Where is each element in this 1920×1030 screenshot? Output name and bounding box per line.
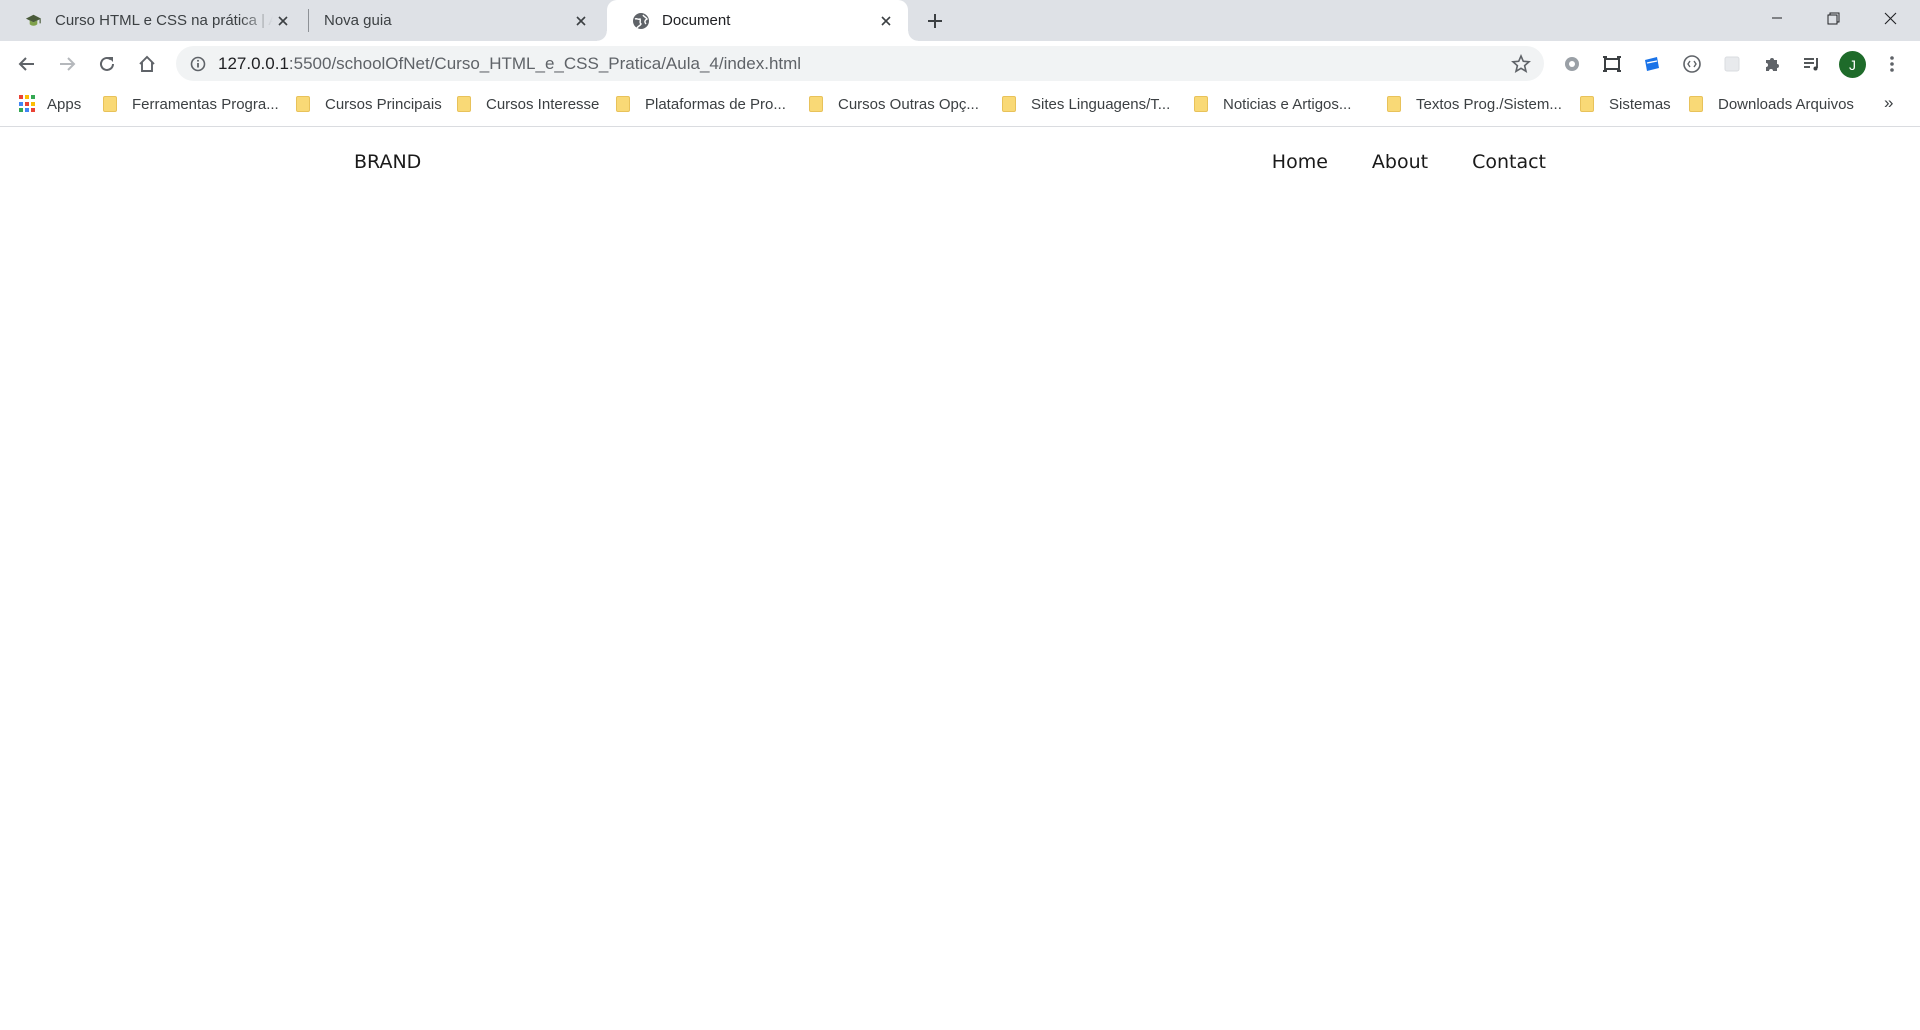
bookmark-folder[interactable]: Noticias e Artigos... — [1194, 87, 1351, 121]
bookmark-label: Apps — [47, 95, 82, 113]
bookmark-label: Cursos Principais — [325, 95, 442, 113]
blue-extension-icon[interactable] — [1640, 52, 1664, 76]
bookmark-label: Noticias e Artigos... — [1223, 95, 1352, 113]
folder-icon — [457, 96, 471, 112]
tab-document[interactable]: Document — [597, 0, 918, 41]
grey-extension-icon[interactable] — [1720, 52, 1744, 76]
close-tab-icon[interactable] — [571, 11, 591, 31]
home-icon — [139, 55, 155, 72]
nav-links: Home About Contact — [1228, 151, 1546, 173]
reload-icon — [100, 56, 114, 71]
browser-toolbar: 127.0.0.1:5500/schoolOfNet/Curso_HTML_e_… — [0, 41, 1920, 87]
bookmarks-bar: Apps Ferramentas Progra... Cursos Princi… — [0, 87, 1920, 127]
folder-icon — [103, 96, 117, 112]
folder-icon — [616, 96, 630, 112]
minimize-icon — [1772, 17, 1782, 19]
brand-logo[interactable]: BRAND — [354, 151, 421, 173]
media-playlist-icon[interactable] — [1800, 52, 1824, 76]
bookmark-label: Sites Linguagens/T... — [1031, 95, 1171, 113]
arrow-left-icon — [18, 57, 34, 71]
kebab-menu-icon[interactable] — [1880, 52, 1904, 76]
new-tab-button[interactable] — [922, 8, 948, 34]
arrow-right-icon — [60, 57, 76, 71]
folder-icon — [1689, 96, 1703, 112]
close-icon — [1884, 12, 1896, 24]
bookmark-folder[interactable]: Cursos Outras Opç... — [809, 87, 979, 121]
folder-icon — [1194, 96, 1208, 112]
bookmark-star-icon[interactable] — [1510, 53, 1532, 75]
tab-title: Curso HTML e CSS na prática | Aula — [55, 12, 273, 29]
url-host: 127.0.0.1 — [218, 53, 289, 73]
bookmark-folder[interactable]: Ferramentas Progra... — [103, 87, 279, 121]
bookmark-folder[interactable]: Downloads Arquivos — [1689, 87, 1854, 121]
tab-title: Document — [662, 12, 731, 29]
bookmark-label: Textos Prog./Sistem... — [1416, 95, 1562, 113]
forward-button[interactable] — [51, 48, 83, 80]
bookmark-folder[interactable]: Plataformas de Pro... — [616, 87, 786, 121]
reload-button[interactable] — [91, 48, 123, 80]
bookmark-folder[interactable]: Cursos Principais — [296, 87, 442, 121]
minimize-button[interactable] — [1749, 0, 1805, 36]
site-info-icon[interactable] — [188, 54, 208, 74]
tab-strip: Curso HTML e CSS na prática | Aula Nova … — [0, 0, 1920, 41]
url-path: :5500/schoolOfNet/Curso_HTML_e_CSS_Prati… — [288, 53, 802, 73]
bookmark-folder[interactable]: Sistemas — [1580, 87, 1671, 121]
folder-icon — [1002, 96, 1016, 112]
url-text: 127.0.0.1:5500/schoolOfNet/Curso_HTML_e_… — [218, 54, 801, 74]
graduation-cap-icon — [24, 11, 43, 30]
tab-curso-html-css[interactable]: Curso HTML e CSS na prática | Aula — [0, 0, 305, 41]
bookmark-label: Ferramentas Progra... — [132, 95, 279, 113]
site-navbar: BRAND Home About Contact — [354, 128, 1546, 196]
bookmarks-overflow-button[interactable]: » — [1884, 93, 1893, 113]
folder-icon — [1387, 96, 1401, 112]
tab-separator — [308, 9, 309, 32]
close-tab-icon[interactable] — [273, 11, 293, 31]
nav-link-about[interactable]: About — [1372, 151, 1428, 173]
profile-avatar[interactable]: J — [1839, 51, 1866, 78]
bookmark-apps[interactable]: Apps — [19, 87, 81, 121]
plus-icon — [928, 14, 942, 28]
address-bar[interactable]: 127.0.0.1:5500/schoolOfNet/Curso_HTML_e_… — [176, 46, 1544, 81]
tab-title: Nova guia — [324, 12, 392, 29]
bookmark-label: Downloads Arquivos — [1718, 95, 1854, 113]
nav-link-home[interactable]: Home — [1272, 151, 1328, 173]
bookmark-folder[interactable]: Textos Prog./Sistem... — [1387, 87, 1562, 121]
folder-icon — [809, 96, 823, 112]
globe-icon — [631, 11, 650, 30]
code-extension-icon[interactable] — [1680, 52, 1704, 76]
back-button[interactable] — [11, 48, 43, 80]
apps-grid-icon — [19, 95, 37, 113]
bookmark-label: Sistemas — [1609, 95, 1671, 113]
close-window-button[interactable] — [1862, 0, 1918, 36]
bookmark-label: Cursos Outras Opç... — [838, 95, 979, 113]
close-tab-icon[interactable] — [876, 11, 896, 31]
extension-gear-icon[interactable] — [1560, 52, 1584, 76]
tab-nova-guia[interactable]: Nova guia — [310, 0, 603, 41]
restore-icon — [1827, 12, 1839, 24]
screenshot-extension-icon[interactable] — [1600, 52, 1624, 76]
folder-icon — [296, 96, 310, 112]
home-button[interactable] — [131, 48, 163, 80]
bookmark-label: Cursos Interesse — [486, 95, 600, 113]
bookmark-label: Plataformas de Pro... — [645, 95, 786, 113]
folder-icon — [1580, 96, 1594, 112]
page-viewport: BRAND Home About Contact — [0, 128, 1920, 1030]
bookmark-folder[interactable]: Sites Linguagens/T... — [1002, 87, 1170, 121]
puzzle-icon[interactable] — [1760, 52, 1784, 76]
bookmark-folder[interactable]: Cursos Interesse — [457, 87, 599, 121]
restore-button[interactable] — [1805, 0, 1861, 36]
nav-link-contact[interactable]: Contact — [1472, 151, 1546, 173]
